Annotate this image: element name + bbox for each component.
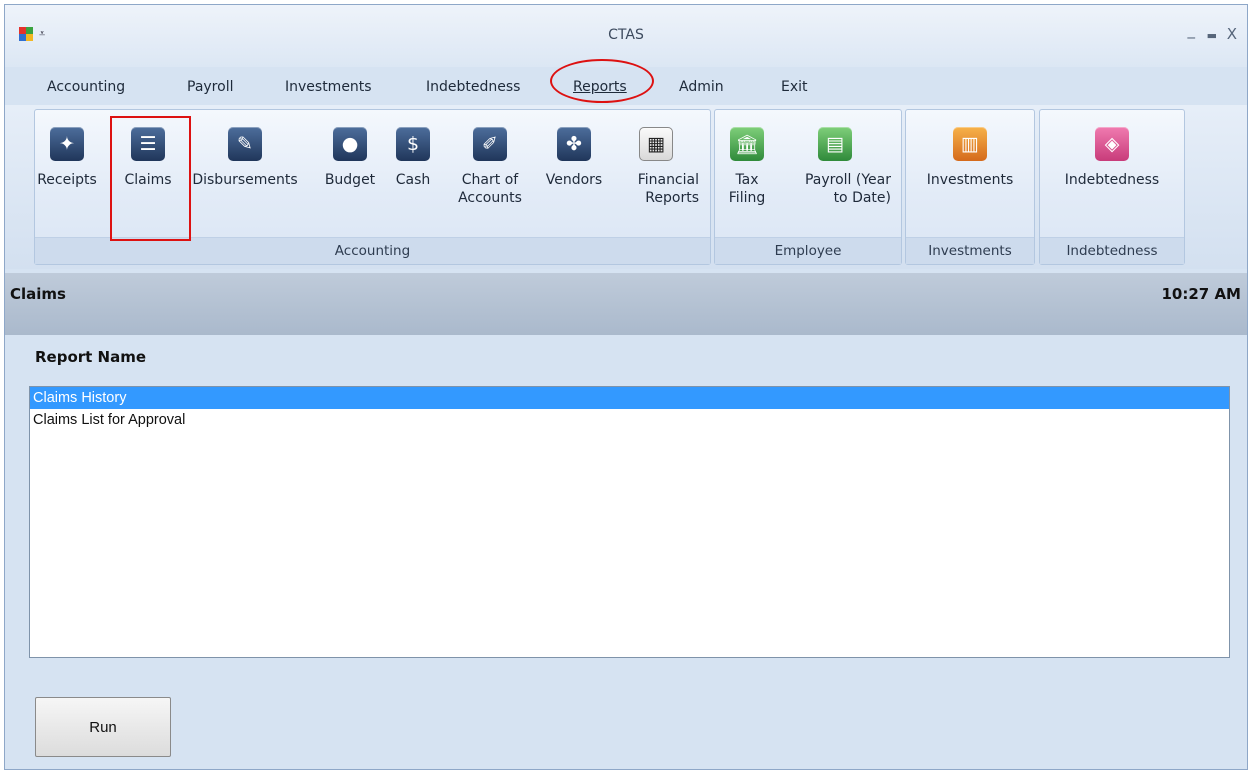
maximize-button[interactable]: ▬ [1207, 29, 1217, 42]
close-button[interactable]: X [1227, 25, 1237, 43]
receipts-icon: ✦ [50, 127, 84, 161]
investments-label: Investments [926, 172, 1014, 188]
ribbon: Accounting Employee Investments Indebted… [5, 105, 1247, 269]
tab-accounting[interactable]: Accounting [47, 79, 125, 95]
tab-investments[interactable]: Investments [285, 79, 372, 95]
budget-button[interactable]: ● Budget [322, 115, 378, 189]
run-button[interactable]: Run [35, 697, 171, 757]
section-header-strip: Claims 10:27 AM [5, 273, 1247, 335]
disbursements-button[interactable]: ✎ Disbursements [185, 115, 305, 189]
disbursements-icon: ✎ [228, 127, 262, 161]
tab-admin[interactable]: Admin [679, 79, 724, 95]
indebtedness-button[interactable]: ◈ Indebtedness [1049, 115, 1175, 189]
tax-filing-label: Tax Filing [728, 172, 766, 206]
app-window: ⩡ CTAS _ ▬ X Accounting Payroll Investme… [4, 4, 1248, 770]
budget-label: Budget [324, 172, 376, 188]
payroll-ytd-button[interactable]: ▤ Payroll (Year to Date) [779, 115, 891, 207]
receipts-button[interactable]: ✦ Receipts [37, 115, 97, 189]
investments-chart-icon: ▥ [953, 127, 987, 161]
indebtedness-label: Indebtedness [1064, 172, 1160, 188]
financial-reports-label: Financial Reports [637, 172, 699, 206]
financial-reports-button[interactable]: ▦ Financial Reports [613, 115, 699, 207]
calculator-icon: ▦ [639, 127, 673, 161]
clock-time: 10:27 AM [1161, 285, 1241, 303]
cash-button[interactable]: $ Cash [388, 115, 438, 189]
bank-building-icon: 🏛 [730, 127, 764, 161]
receipts-label: Receipts [37, 172, 97, 188]
indebtedness-icon: ◈ [1095, 127, 1129, 161]
tab-payroll[interactable]: Payroll [187, 79, 233, 95]
report-item-claims-history[interactable]: Claims History [30, 387, 1229, 409]
tab-indebtedness[interactable]: Indebtedness [426, 79, 520, 95]
window-title: CTAS [608, 27, 644, 43]
payroll-document-icon: ▤ [818, 127, 852, 161]
cash-label: Cash [395, 172, 431, 188]
report-list[interactable]: Claims History Claims List for Approval [29, 386, 1230, 658]
tab-exit[interactable]: Exit [781, 79, 808, 95]
minimize-button[interactable]: _ [1188, 21, 1196, 39]
vendors-button[interactable]: ✤ Vendors [539, 115, 609, 189]
section-title: Claims [10, 285, 66, 303]
chart-of-accounts-label: Chart of Accounts [458, 172, 522, 206]
cash-icon: $ [396, 127, 430, 161]
group-label-employee: Employee [715, 237, 901, 264]
annotation-reports-circle [550, 59, 654, 103]
piggy-bank-icon: ● [333, 127, 367, 161]
group-label-investments: Investments [906, 237, 1034, 264]
payroll-ytd-label: Payroll (Year to Date) [804, 172, 891, 206]
annotation-claims-box [110, 116, 191, 241]
tax-filing-button[interactable]: 🏛 Tax Filing [722, 115, 772, 207]
investments-button[interactable]: ▥ Investments [915, 115, 1025, 189]
handshake-icon: ✤ [557, 127, 591, 161]
chart-of-accounts-icon: ✐ [473, 127, 507, 161]
vendors-label: Vendors [545, 172, 603, 188]
chart-of-accounts-button[interactable]: ✐ Chart of Accounts [450, 115, 530, 207]
report-name-heading: Report Name [35, 348, 147, 366]
title-bar: ⩡ CTAS _ ▬ X [5, 5, 1247, 67]
group-label-accounting: Accounting [35, 237, 710, 264]
group-label-indebtedness: Indebtedness [1040, 237, 1184, 264]
report-item-claims-list-approval[interactable]: Claims List for Approval [30, 409, 1229, 431]
disbursements-label: Disbursements [192, 172, 298, 188]
